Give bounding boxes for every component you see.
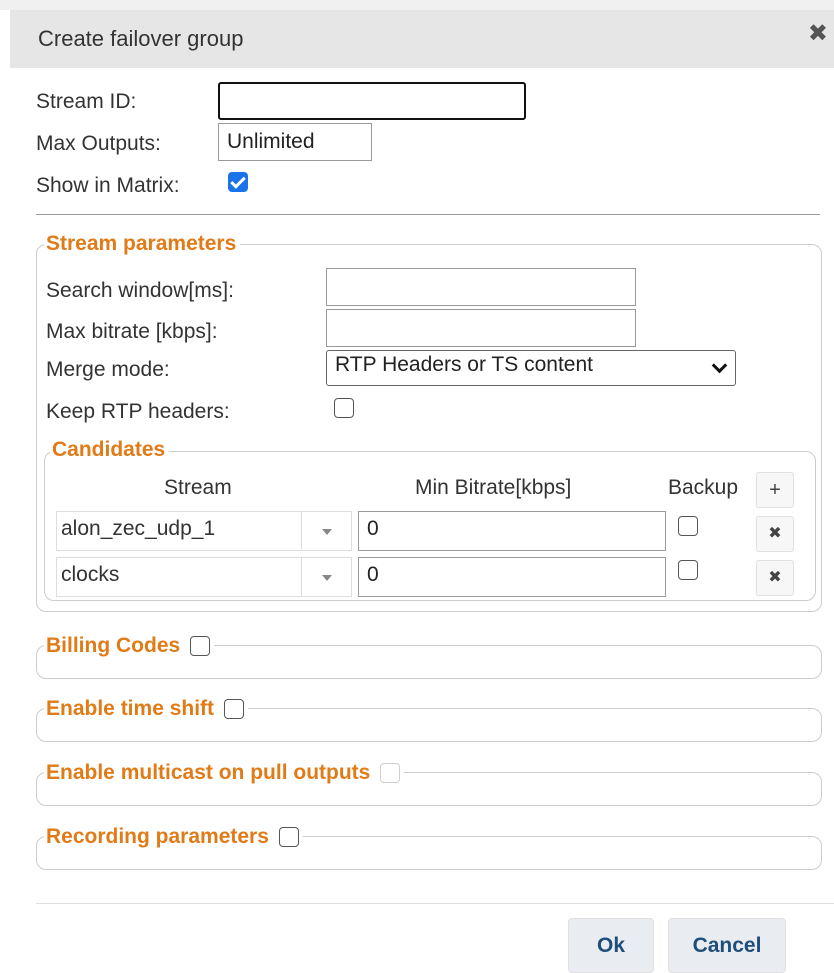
column-header-min-bitrate: Min Bitrate[kbps] <box>415 476 572 499</box>
billing-codes-checkbox[interactable] <box>190 636 211 656</box>
dropdown-arrow-icon <box>301 558 351 596</box>
candidate-backup-checkbox[interactable] <box>678 516 698 536</box>
search-window-input[interactable] <box>326 268 636 306</box>
recording-parameters-checkbox[interactable] <box>278 827 299 847</box>
add-candidate-button[interactable]: + <box>756 472 794 508</box>
time-shift-legend: Enable time shift <box>44 697 249 721</box>
divider <box>36 214 820 215</box>
stream-id-label: Stream ID: <box>36 90 137 113</box>
dialog-title: Create failover group <box>38 26 244 51</box>
billing-codes-legend: Billing Codes <box>44 634 215 658</box>
max-bitrate-input[interactable] <box>326 309 636 347</box>
chevron-down-icon <box>711 357 728 374</box>
show-in-matrix-label: Show in Matrix: <box>36 174 180 197</box>
time-shift-title: Enable time shift <box>46 697 215 720</box>
candidate-backup-checkbox[interactable] <box>678 560 698 580</box>
candidate-min-bitrate-input[interactable]: 0 <box>358 511 666 551</box>
search-window-label: Search window[ms]: <box>46 279 234 302</box>
candidate-stream-select[interactable]: alon_zec_udp_1 <box>56 511 352 551</box>
merge-mode-value: RTP Headers or TS content <box>335 353 593 376</box>
close-icon[interactable]: ✖ <box>808 22 828 46</box>
multicast-title: Enable multicast on pull outputs <box>46 761 371 784</box>
stream-parameters-legend: Stream parameters <box>44 232 241 256</box>
top-strip <box>0 0 834 10</box>
candidate-stream-value: clocks <box>61 563 120 586</box>
max-outputs-input[interactable] <box>218 123 372 161</box>
recording-parameters-legend: Recording parameters <box>44 825 303 849</box>
ok-button[interactable]: Ok <box>568 918 654 973</box>
show-in-matrix-checkbox[interactable] <box>228 172 248 192</box>
remove-candidate-button[interactable]: ✖ <box>756 560 794 596</box>
cancel-button[interactable]: Cancel <box>668 918 786 973</box>
column-header-backup: Backup <box>668 476 739 499</box>
billing-codes-title: Billing Codes <box>46 634 181 657</box>
recording-parameters-title: Recording parameters <box>46 825 269 848</box>
merge-mode-label: Merge mode: <box>46 358 170 381</box>
dropdown-arrow-icon <box>301 512 351 550</box>
max-bitrate-label: Max bitrate [kbps]: <box>46 320 218 343</box>
candidates-legend: Candidates <box>50 438 170 462</box>
max-outputs-label: Max Outputs: <box>36 132 161 155</box>
candidate-min-bitrate-input[interactable]: 0 <box>358 557 666 597</box>
remove-candidate-button[interactable]: ✖ <box>756 516 794 552</box>
stream-id-input[interactable] <box>218 82 526 120</box>
footer-divider <box>36 903 834 904</box>
candidate-stream-value: alon_zec_udp_1 <box>61 517 216 540</box>
multicast-checkbox <box>380 763 401 783</box>
column-header-stream: Stream <box>164 476 232 499</box>
time-shift-checkbox[interactable] <box>224 699 245 719</box>
keep-rtp-headers-label: Keep RTP headers: <box>46 400 230 423</box>
dialog-header: Create failover group ✖ <box>10 10 834 68</box>
stream-parameters-title: Stream parameters <box>46 232 237 255</box>
candidate-stream-select[interactable]: clocks <box>56 557 352 597</box>
multicast-legend: Enable multicast on pull outputs <box>44 761 405 785</box>
merge-mode-select[interactable]: RTP Headers or TS content <box>326 350 736 386</box>
candidates-title: Candidates <box>52 438 166 461</box>
keep-rtp-headers-checkbox[interactable] <box>334 398 354 418</box>
